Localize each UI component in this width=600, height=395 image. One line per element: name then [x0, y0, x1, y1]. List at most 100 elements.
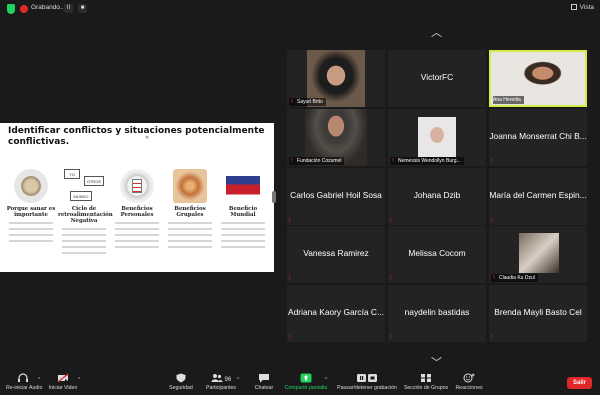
participant-name: Carlos Gabriel Hoil Sosa [290, 190, 382, 200]
participant-name: Melissa Cocom [408, 248, 466, 258]
muted-mic-icon: ! [392, 158, 394, 164]
group-hands-image [173, 169, 207, 203]
participant-name: Brenda Mayli Basto Cel [494, 307, 582, 317]
video-tile[interactable]: ! Claudia Ku Dzul [489, 226, 587, 283]
share-screen-label: Compartir pantalla [284, 385, 328, 391]
participant-name-label: Ana Heredia [493, 96, 524, 104]
share-options-caret-icon[interactable]: ^ [325, 377, 327, 383]
reactions-button[interactable]: Reacciones [453, 373, 485, 391]
start-video-button[interactable]: Iniciar Video [48, 373, 78, 391]
security-label: Seguridad [169, 385, 193, 391]
participant-name-label: ! Sayuri Brito [289, 98, 326, 106]
top-bar: Grabando... II ■ Vista [0, 0, 600, 18]
video-label: Iniciar Video [48, 385, 78, 391]
people-icon [211, 374, 223, 382]
video-options-caret-icon[interactable]: ^ [78, 377, 80, 383]
column-title: Porque sanar es importante [6, 206, 56, 218]
participant-name: Johana Dzib [413, 190, 461, 200]
world-flags-image [226, 169, 260, 203]
view-button[interactable]: Vista [570, 4, 594, 11]
meeting-toolbar: Re-iniciar Audio ^ Iniciar Video ^ Segur… [0, 370, 600, 395]
column-title: Beneficios Grupales [174, 206, 206, 218]
restart-audio-button[interactable]: Re-iniciar Audio [6, 373, 43, 391]
video-tile-active-speaker[interactable]: Ana Heredia [489, 50, 587, 107]
participant-photo [418, 117, 456, 157]
participant-name: naydelin bastidas [404, 307, 470, 317]
security-shield-icon[interactable] [7, 4, 15, 14]
cycle-label: YO [64, 169, 80, 179]
chat-label: Chatear [254, 385, 274, 391]
participant-count: 96 [224, 377, 232, 383]
muted-mic-icon: ! [491, 218, 493, 224]
participant-name: Vanessa Ramirez [303, 248, 369, 258]
stop-recording-button[interactable]: ■ [78, 4, 87, 13]
video-tile[interactable]: Johana Dzib ! [388, 168, 486, 225]
video-tile[interactable]: ! Fundación Cozumel [287, 109, 385, 166]
muted-mic-icon: ! [493, 275, 495, 281]
video-tile[interactable]: ! Nemessis Wendollyn Burg... [388, 109, 486, 166]
column-title: Beneficios Personales [120, 206, 154, 218]
video-tile[interactable]: Melissa Cocom ! [388, 226, 486, 283]
video-tile[interactable]: Joanna Monserrat Chi B... ! [489, 109, 587, 166]
muted-mic-icon: ! [491, 159, 493, 165]
video-tile[interactable]: Vanessa Ramirez ! [287, 226, 385, 283]
pause-stop-icon [357, 374, 377, 382]
video-tile[interactable]: Brenda Mayli Basto Cel ! [489, 285, 587, 342]
column-title: Ciclo de retroalimentación Negativa [58, 206, 113, 224]
participants-options-caret-icon[interactable]: ^ [237, 377, 239, 383]
heart-circle-icon [14, 169, 48, 203]
video-tile[interactable]: María del Carmen Espin... ! [489, 168, 587, 225]
participants-button[interactable]: 96 Participantes [204, 373, 238, 391]
headphones-icon [18, 373, 28, 382]
reactions-label: Reacciones [455, 385, 483, 391]
video-tile[interactable]: VictorFC [388, 50, 486, 107]
split-drag-handle[interactable] [272, 191, 276, 203]
muted-mic-icon: ! [289, 276, 291, 282]
view-label: Vista [579, 4, 594, 11]
column-title: Beneficio Mundial [228, 206, 258, 218]
breakout-label: Sección de Grupos [403, 385, 449, 391]
recording-dot-icon [20, 5, 28, 13]
muted-mic-icon: ! [491, 335, 493, 341]
participant-name-label: ! Nemessis Wendollyn Burg... [390, 157, 464, 165]
video-tile[interactable]: naydelin bastidas ! [388, 285, 486, 342]
video-tile[interactable]: Adriana Kaory García C... ! [287, 285, 385, 342]
muted-mic-icon: ! [390, 335, 392, 341]
share-screen-icon [300, 373, 312, 383]
cursor-cross-icon: ✕ [145, 135, 150, 141]
share-screen-button[interactable]: Compartir pantalla [283, 373, 329, 391]
muted-mic-icon: ! [390, 218, 392, 224]
feedback-cycle-diagram: YO OTROS MUNDO [60, 169, 108, 203]
security-button[interactable]: Seguridad [166, 373, 196, 391]
slide-column: Porque sanar es importante [5, 169, 57, 242]
shield-icon [176, 373, 186, 383]
grid-view-icon [570, 4, 577, 10]
audio-options-caret-icon[interactable]: ^ [38, 377, 40, 383]
participant-name: María del Carmen Espin... [489, 190, 587, 200]
video-tile[interactable]: ! Sayuri Brito [287, 50, 385, 107]
breakout-grid-icon [421, 374, 431, 382]
scroll-up-chevron-icon[interactable]: ︿ [431, 24, 442, 40]
slide-column: YO OTROS MUNDO Ciclo de retroalimentació… [58, 169, 113, 254]
muted-mic-icon: ! [390, 276, 392, 282]
muted-mic-icon: ! [289, 218, 291, 224]
breakout-rooms-button[interactable]: Sección de Grupos [403, 373, 449, 391]
pause-recording-button[interactable]: II [64, 4, 73, 13]
video-tile[interactable]: Carlos Gabriel Hoil Sosa ! [287, 168, 385, 225]
participant-name: Joanna Monserrat Chi B... [489, 131, 587, 141]
slide-column: Beneficio Mundial [217, 169, 269, 248]
scroll-down-chevron-icon[interactable]: ﹀ [431, 354, 442, 370]
checklist-circle-icon [120, 169, 154, 203]
slide-column: Beneficios Grupales [164, 169, 216, 248]
audio-label: Re-iniciar Audio [6, 385, 43, 391]
participants-label: Participantes [206, 385, 236, 391]
pause-stop-recording-button[interactable]: Pausar/detener grabación [336, 373, 398, 391]
muted-mic-icon: ! [291, 99, 293, 105]
recording-label: Grabando... [31, 4, 66, 11]
shared-screen[interactable]: Identificar conflictos y situaciones pot… [0, 123, 274, 272]
chat-button[interactable]: Chatear [250, 373, 278, 391]
participant-name: VictorFC [420, 72, 454, 82]
participant-name-label: ! Claudia Ku Dzul [491, 274, 538, 282]
leave-meeting-button[interactable]: Salir [567, 377, 592, 389]
participant-name: Adriana Kaory García C... [288, 307, 384, 317]
